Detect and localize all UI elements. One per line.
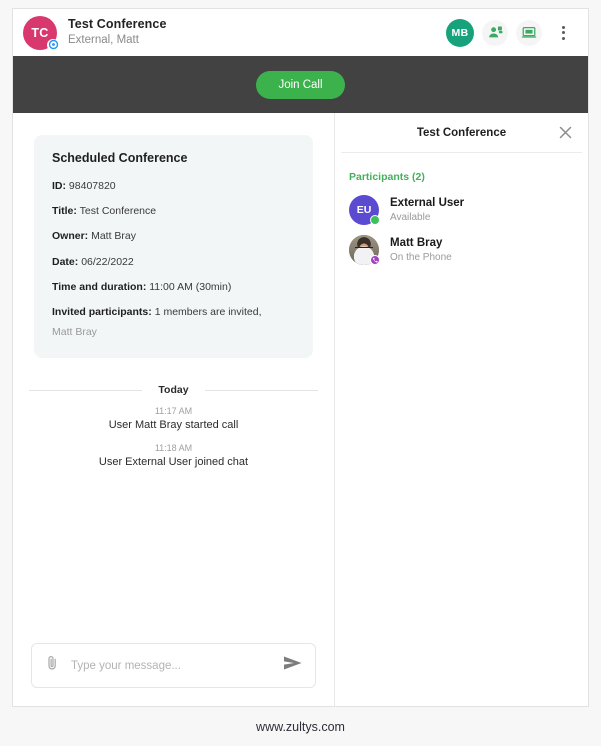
card-row-id: ID: 98407820 [52, 179, 295, 193]
system-message: 11:18 AM User External User joined chat [23, 443, 324, 468]
current-user-avatar[interactable]: MB [446, 18, 474, 47]
call-banner: Join Call [13, 56, 588, 113]
participants-count-label: Participants (2) [349, 171, 425, 183]
card-label-date: Date: [52, 255, 79, 268]
avatar-photo-glasses [355, 247, 373, 251]
message-input[interactable] [71, 659, 283, 672]
message-timestamp: 11:17 AM [154, 406, 193, 417]
card-title: Scheduled Conference [52, 151, 188, 165]
card-value-title: Test Conference [79, 205, 157, 218]
card-row-invited: Invited participants: 1 members are invi… [52, 305, 295, 319]
conversation-header-text: Test Conference External, Matt [68, 17, 446, 48]
day-separator: Today [29, 384, 318, 396]
composer-area [13, 631, 334, 706]
participant-name: External User [390, 196, 465, 209]
more-options-dots [561, 25, 565, 40]
participant-row[interactable]: EU External User Available [349, 195, 588, 225]
participant-row[interactable]: Matt Bray On the Phone [349, 235, 588, 265]
conversation-avatar: TC [23, 15, 59, 51]
status-badge-available [370, 215, 380, 225]
participants-panel: Test Conference Participants (2) EU Exte… [335, 113, 588, 706]
day-separator-line-left [29, 389, 143, 391]
card-label-title: Title: [52, 205, 77, 218]
day-separator-line-right [204, 389, 318, 391]
message-text: User Matt Bray started call [108, 419, 239, 432]
participants-list-container: Participants (2) EU External User Availa… [335, 153, 588, 275]
participant-text: External User Available [390, 196, 464, 225]
message-timestamp: 11:18 AM [154, 443, 193, 454]
window-body: Scheduled Conference ID: 98407820 Title:… [13, 113, 588, 706]
join-call-button[interactable]: Join Call [256, 70, 345, 99]
participant-status: On the Phone [390, 251, 452, 263]
conference-badge-icon [47, 38, 59, 51]
card-label-invited: Invited participants: [52, 305, 152, 318]
add-participant-icon[interactable] [482, 19, 508, 46]
card-row-owner: Owner: Matt Bray [52, 229, 295, 243]
close-icon[interactable] [554, 122, 576, 144]
conference-window: TC Test Conference External, Matt MB Joi… [12, 8, 589, 707]
conversation-header: TC Test Conference External, Matt MB [13, 9, 588, 56]
card-row-title: Title: Test Conference [52, 204, 295, 218]
participant-name: Matt Bray [390, 236, 443, 249]
paperclip-icon[interactable] [46, 655, 59, 676]
page-footer: www.zultys.com [0, 707, 601, 746]
day-separator-label: Today [158, 384, 189, 397]
chat-scroll-area[interactable]: Scheduled Conference ID: 98407820 Title:… [13, 113, 334, 631]
card-label-id: ID: [52, 180, 66, 192]
card-row-date: Date: 06/22/2022 [52, 255, 295, 269]
status-badge-on-the-phone [370, 255, 380, 265]
card-label-time: Time and duration: [52, 280, 147, 293]
card-value-owner: Matt Bray [91, 230, 137, 243]
message-text: User External User joined chat [98, 456, 249, 469]
send-icon[interactable] [283, 655, 303, 676]
app-root: TC Test Conference External, Matt MB Joi… [0, 0, 601, 746]
card-invited-names: Matt Bray [52, 326, 97, 339]
more-options-icon[interactable] [550, 20, 576, 46]
system-message: 11:17 AM User Matt Bray started call [23, 406, 324, 431]
conversation-subtitle: External, Matt [68, 34, 139, 47]
card-row-time: Time and duration: 11:00 AM (30min) [52, 280, 295, 294]
header-actions: MB [446, 18, 576, 47]
participants-panel-header: Test Conference [341, 113, 582, 153]
avatar [349, 235, 380, 265]
footer-url: www.zultys.com [256, 719, 345, 734]
card-value-id: 98407820 [68, 180, 116, 192]
participant-status: Available [390, 211, 431, 223]
avatar: EU [349, 195, 380, 225]
card-value-date: 06/22/2022 [81, 255, 134, 268]
scheduled-conference-card: Scheduled Conference ID: 98407820 Title:… [34, 135, 313, 359]
conversation-title: Test Conference [68, 17, 167, 32]
card-value-invited: 1 members are invited, [154, 305, 262, 318]
card-label-owner: Owner: [52, 230, 89, 243]
message-composer[interactable] [31, 643, 316, 688]
screen-share-icon[interactable] [516, 19, 542, 46]
participant-text: Matt Bray On the Phone [390, 236, 452, 265]
card-value-time: 11:00 AM (30min) [149, 280, 232, 293]
participants-panel-title: Test Conference [416, 126, 507, 139]
chat-column: Scheduled Conference ID: 98407820 Title:… [13, 113, 335, 706]
